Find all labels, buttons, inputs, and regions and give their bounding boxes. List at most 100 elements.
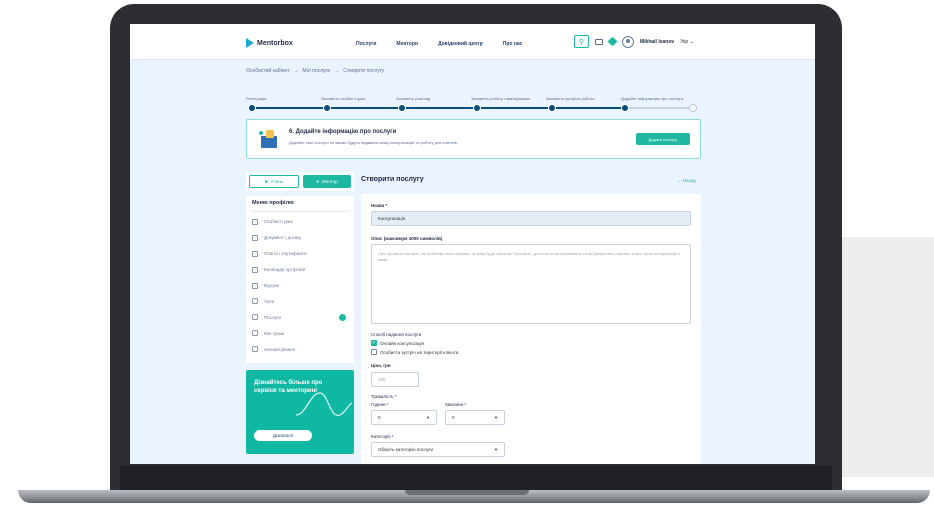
nav-link-help-center[interactable]: Довідковий центр [438,41,483,47]
duration-label: Тривалість * [371,394,397,399]
language-label: Укр [680,38,689,45]
step-dot [548,104,556,112]
checkbox-unchecked[interactable] [371,349,377,355]
step-dot [473,104,481,112]
sidebar: ■ Учень ● Ментор Меню профілю Особисті д… [246,172,354,455]
stepper-progress-line [250,107,625,109]
nav-link-mentors[interactable]: Ментори [396,41,418,47]
messages-icon[interactable] [595,38,603,45]
create-service-form: Назва * Консультація Опис (максимум 4000… [361,194,701,464]
gear-icon [252,346,258,353]
reviews-icon [252,282,258,289]
breadcrumb-item[interactable]: Особистий кабінет [246,68,289,74]
search-icon: ⚲ [578,38,585,46]
nav-link-about[interactable]: Про нас [503,41,523,47]
minutes-value: 0 [452,415,455,420]
mentor-icon: ● [316,179,319,184]
sidebar-item-money[interactable]: Мої гроші [252,325,348,341]
logo-play-icon [246,38,254,48]
breadcrumb: Особистий кабінет → Мої послуги → Створи… [246,68,384,74]
sidebar-item-settings[interactable]: Налаштування [252,341,348,357]
breadcrumb-separator: → [293,68,299,74]
sidebar-item-label: Мої гроші [264,330,285,336]
laptop-notch [405,490,529,495]
step-dot [248,104,256,112]
sidebar-item-reviews[interactable]: Відгуки [252,278,348,294]
sidebar-item-label: Документ і досвід [264,235,301,241]
services-illustration-icon [259,128,279,150]
avatar[interactable] [622,35,634,48]
caret-down-icon: ▼ [426,415,430,420]
caret-down-icon: ▼ [494,415,498,420]
breadcrumb-separator: → [334,68,340,74]
sidebar-item-education[interactable]: Освіта і сертифікати [252,246,348,262]
price-label: Ціна, грн [371,363,391,368]
description-textarea[interactable]: Про що ваша послуга, які проблеми вона в… [371,244,691,324]
step-4: Заповніть роботу і кваліфікацію [471,96,530,112]
brand-logo[interactable]: Mentorbox [246,38,293,48]
promo-card: Дізнайтесь більше про сервіси та ментори… [246,370,354,455]
sidebar-item-personal-data[interactable]: Особисті дані [252,214,348,230]
add-service-button[interactable]: Додати послугу [636,133,690,145]
breadcrumb-current: Створити послугу [343,68,385,74]
laptop-chin [120,466,832,490]
sidebar-item-label: Календар зустрічей [264,267,306,273]
name-label: Назва * [371,203,388,208]
step-dot [689,104,697,112]
sidebar-item-label: Чати [264,298,274,304]
hours-label: Години * [371,402,389,407]
wallet-icon [252,330,258,337]
sidebar-item-calendar[interactable]: Календар зустрічей [252,262,348,278]
breadcrumb-item[interactable]: Мої послуги [302,68,330,74]
education-icon [252,250,258,257]
page-title: Створити послугу [361,176,424,183]
minutes-label: Хвилини * [445,402,467,407]
price-input[interactable]: 100 [371,372,419,387]
step-label: Заповніть роботу і кваліфікацію [471,96,530,101]
step-5: Заповніть профіль роботи [546,96,595,112]
checkbox-checked[interactable]: ✓ [371,340,377,346]
format-option-label: Онлайн консультація [380,340,424,346]
sidebar-item-label: Особисті дані [264,219,293,225]
format-option-online[interactable]: ✓ Онлайн консультація [371,340,424,346]
stepper-remaining-line [625,107,695,109]
step-label: Заповніть розклад [396,96,431,101]
progress-stepper: Реєстрація Заповніть особисті дані Запов… [246,96,698,116]
minutes-select[interactable]: 0 ▼ [445,410,505,425]
chat-icon [252,298,258,305]
step-1: Реєстрація [246,96,267,112]
sidebar-item-services[interactable]: Послуги [252,309,348,325]
category-value: Оберіть категорію послуги [378,447,434,452]
name-field[interactable]: Консультація [371,211,691,226]
profile-menu: Меню профілю Особисті дані Документ і до… [246,196,354,364]
back-link[interactable]: ← Назад [677,178,696,183]
toggle-mentor[interactable]: ● Ментор [303,175,351,188]
language-select[interactable]: Укр ⌄ [680,39,694,45]
sidebar-item-label: Відгуки [264,283,280,288]
app-screen: Mentorbox Послуги Ментори Довідковий цен… [130,24,815,464]
format-option-in-person[interactable]: Особиста зустріч на території клієнта [371,349,458,355]
step-dot [621,104,629,112]
learn-more-button[interactable]: Дізнатися [254,430,312,442]
sidebar-item-documents[interactable]: Документ і досвід [252,230,348,246]
step-2: Заповніть особисті дані [321,96,365,112]
tag-icon[interactable] [607,36,618,47]
caret-down-icon: ▼ [494,447,498,452]
search-button[interactable]: ⚲ [574,35,589,48]
category-select[interactable]: Оберіть категорію послуги ▼ [371,442,505,457]
description-label: Опис (максимум 4000 символів) [371,236,443,241]
sidebar-item-label: Налаштування [264,346,296,352]
calendar-icon [252,266,258,273]
profile-menu-title: Меню профілю [252,200,348,212]
document-icon [252,234,258,241]
toggle-student[interactable]: ■ Учень [249,175,299,188]
sidebar-item-chats[interactable]: Чати [252,293,348,309]
nav-link-services[interactable]: Послуги [356,41,376,47]
category-label: Категорія * [371,434,394,439]
step-3: Заповніть розклад [396,96,431,112]
user-name[interactable]: Mikhail Ivanov [640,39,674,45]
brand-name: Mentorbox [257,39,293,47]
hours-select[interactable]: 0 ▼ [371,410,437,425]
step-label: Реєстрація [246,96,267,101]
banner-title: 6. Додайте інформацію про послуги [289,129,397,135]
